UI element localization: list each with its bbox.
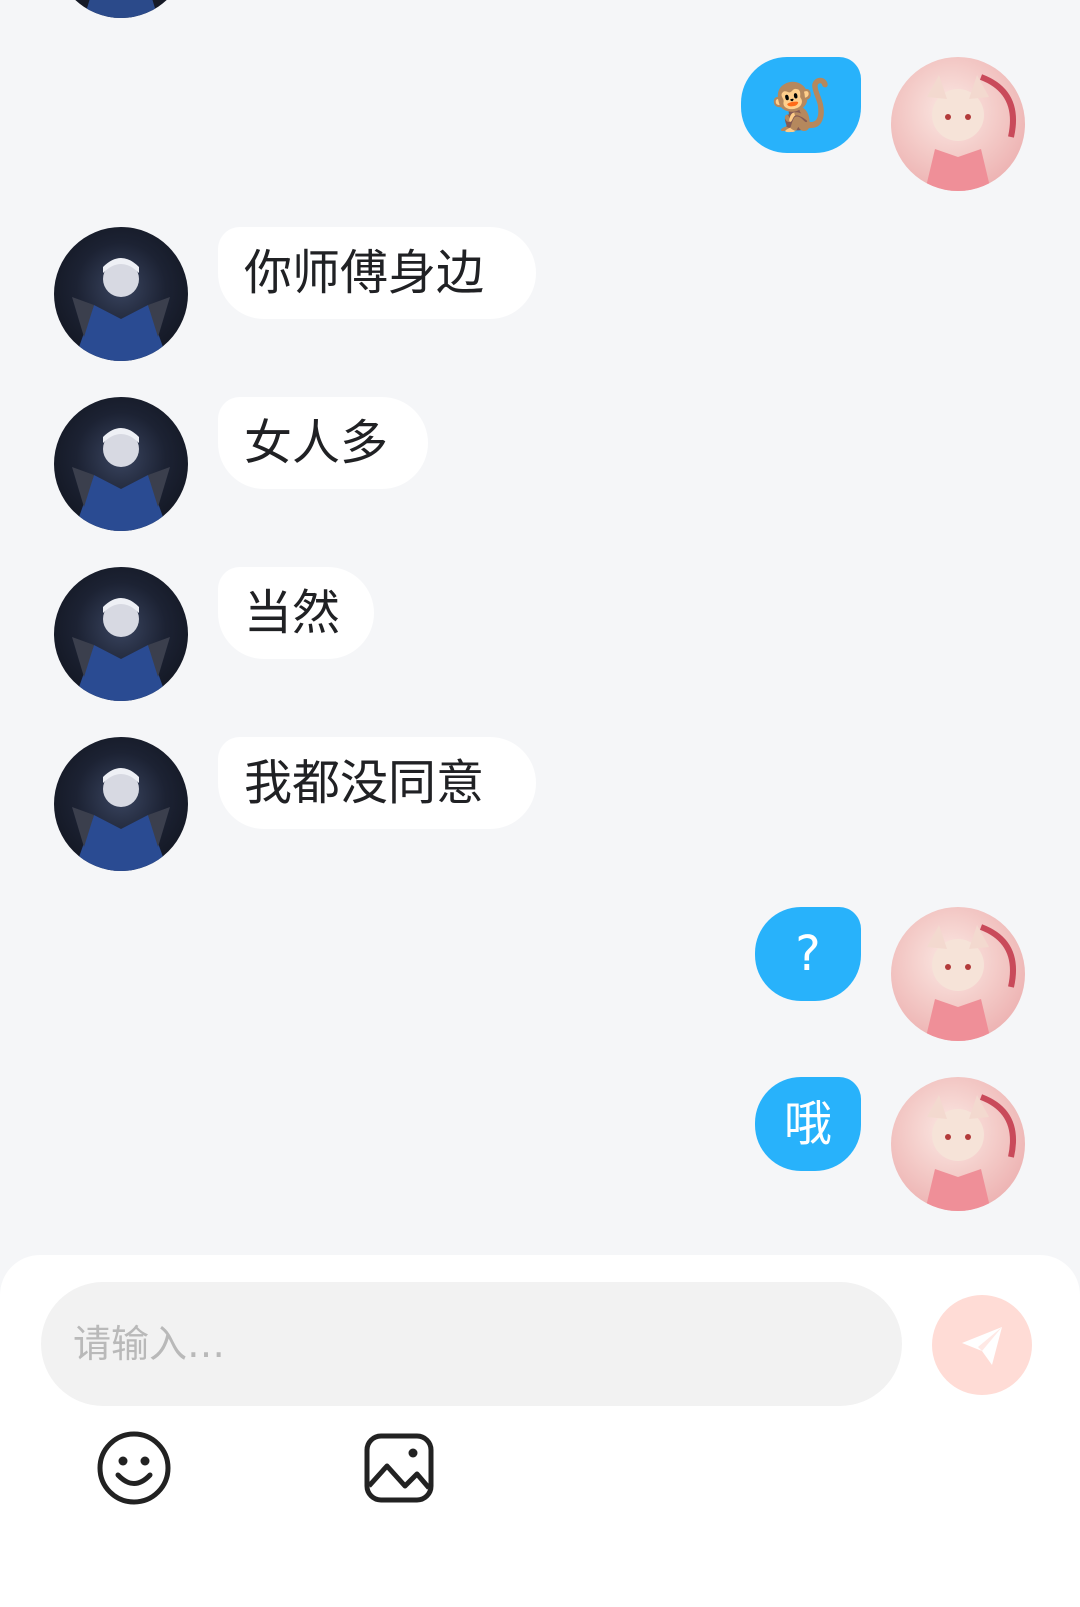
- message-row: 你师傅身边: [0, 227, 1080, 361]
- image-icon: [364, 1433, 434, 1503]
- message-list[interactable]: 🐒 你师傅身边 女人多 当然 我都没同意 ? 哦: [0, 0, 1080, 1255]
- message-bubble-incoming[interactable]: 女人多: [218, 397, 428, 489]
- paper-plane-icon: [962, 1327, 1002, 1365]
- message-row: 女人多: [0, 397, 1080, 531]
- user-avatar[interactable]: [891, 57, 1025, 191]
- message-row: 🐒: [0, 57, 1080, 191]
- emoji-button[interactable]: [94, 1428, 174, 1508]
- image-button[interactable]: [359, 1428, 439, 1508]
- message-text: 我都没同意: [244, 755, 485, 811]
- message-bubble-outgoing[interactable]: 哦: [755, 1077, 861, 1171]
- message-text: 你师傅身边: [244, 245, 485, 301]
- message-row: 当然: [0, 567, 1080, 701]
- contact-avatar[interactable]: [54, 0, 188, 18]
- message-text: 哦: [783, 1096, 832, 1152]
- message-row: 哦: [0, 1077, 1080, 1211]
- send-button[interactable]: [932, 1295, 1032, 1395]
- message-composer: [0, 1255, 1080, 1607]
- message-text: ?: [795, 926, 821, 982]
- message-bubble-incoming[interactable]: 当然: [218, 567, 374, 659]
- message-bubble-incoming[interactable]: 你师傅身边: [218, 227, 536, 319]
- user-avatar[interactable]: [891, 1077, 1025, 1211]
- contact-avatar[interactable]: [54, 227, 188, 361]
- message-bubble-outgoing[interactable]: 🐒: [741, 57, 861, 153]
- message-row: ?: [0, 907, 1080, 1041]
- contact-avatar[interactable]: [54, 397, 188, 531]
- contact-avatar[interactable]: [54, 737, 188, 871]
- message-text: 女人多: [244, 415, 389, 471]
- message-text: 当然: [244, 585, 341, 641]
- message-text: 🐒: [769, 76, 833, 134]
- user-avatar[interactable]: [891, 907, 1025, 1041]
- message-input[interactable]: [41, 1282, 902, 1406]
- message-bubble-outgoing[interactable]: ?: [755, 907, 861, 1001]
- contact-avatar[interactable]: [54, 567, 188, 701]
- message-bubble-incoming[interactable]: 我都没同意: [218, 737, 536, 829]
- smiley-icon: [97, 1431, 171, 1505]
- message-row: 我都没同意: [0, 737, 1080, 871]
